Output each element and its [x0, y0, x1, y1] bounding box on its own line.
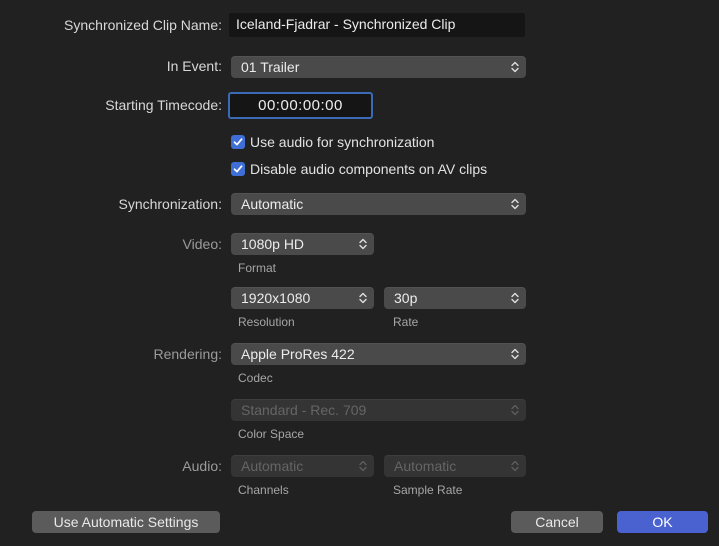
- starting-timecode-label: Starting Timecode:: [105, 97, 222, 113]
- clip-name-field[interactable]: Iceland-Fjadrar - Synchronized Clip: [229, 13, 525, 37]
- chevron-updown-icon: [509, 347, 521, 361]
- rate-popup[interactable]: 30p: [384, 287, 526, 309]
- synchronization-label: Synchronization:: [118, 196, 222, 212]
- disable-audio-components-checkbox[interactable]: [231, 162, 245, 176]
- synchronization-popup[interactable]: Automatic: [231, 193, 526, 215]
- chevron-updown-icon: [509, 459, 521, 473]
- codec-popup[interactable]: Apple ProRes 422: [231, 343, 526, 365]
- sample-rate-value: Automatic: [394, 458, 457, 474]
- use-automatic-settings-button[interactable]: Use Automatic Settings: [32, 511, 220, 533]
- cancel-button[interactable]: Cancel: [511, 511, 603, 533]
- rate-value: 30p: [394, 290, 418, 306]
- ok-button[interactable]: OK: [617, 511, 708, 533]
- chevron-updown-icon: [509, 403, 521, 417]
- clip-name-label: Synchronized Clip Name:: [64, 17, 222, 33]
- video-format-popup[interactable]: 1080p HD: [231, 233, 374, 255]
- in-event-popup[interactable]: 01 Trailer: [231, 56, 526, 78]
- format-caption: Format: [238, 261, 277, 275]
- audio-label: Audio:: [182, 458, 222, 474]
- starting-timecode-field[interactable]: 00:00:00:00: [228, 92, 373, 119]
- color-space-value: Standard - Rec. 709: [241, 402, 367, 418]
- sample-rate-caption: Sample Rate: [393, 483, 463, 497]
- use-audio-sync-option[interactable]: Use audio for synchronization: [231, 133, 434, 151]
- channels-value: Automatic: [241, 458, 304, 474]
- color-space-popup[interactable]: Standard - Rec. 709: [231, 399, 526, 421]
- rate-caption: Rate: [393, 315, 419, 329]
- use-audio-sync-label: Use audio for synchronization: [250, 134, 435, 150]
- use-audio-sync-checkbox[interactable]: [231, 135, 245, 149]
- chevron-updown-icon: [357, 459, 369, 473]
- in-event-label: In Event:: [166, 58, 222, 74]
- chevron-updown-icon: [509, 60, 521, 74]
- rendering-label: Rendering:: [153, 346, 223, 362]
- video-format-value: 1080p HD: [241, 236, 305, 252]
- disable-audio-components-option[interactable]: Disable audio components on AV clips: [231, 160, 487, 178]
- video-label: Video:: [182, 236, 222, 252]
- chevron-updown-icon: [357, 291, 369, 305]
- in-event-value: 01 Trailer: [241, 59, 300, 75]
- resolution-value: 1920x1080: [241, 290, 311, 306]
- disable-audio-components-label: Disable audio components on AV clips: [250, 161, 488, 177]
- chevron-updown-icon: [509, 197, 521, 211]
- synchronization-value: Automatic: [241, 196, 304, 212]
- codec-caption: Codec: [238, 371, 273, 385]
- channels-caption: Channels: [238, 483, 289, 497]
- channels-popup[interactable]: Automatic: [231, 455, 374, 477]
- codec-value: Apple ProRes 422: [241, 346, 355, 362]
- resolution-caption: Resolution: [238, 315, 295, 329]
- color-space-caption: Color Space: [238, 427, 305, 441]
- chevron-updown-icon: [357, 237, 369, 251]
- chevron-updown-icon: [509, 291, 521, 305]
- resolution-popup[interactable]: 1920x1080: [231, 287, 374, 309]
- sample-rate-popup[interactable]: Automatic: [384, 455, 526, 477]
